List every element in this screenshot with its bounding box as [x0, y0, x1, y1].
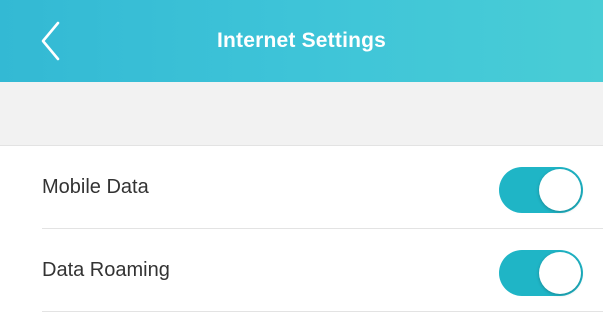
mobile-data-toggle[interactable] — [499, 167, 583, 213]
header-bar: Internet Settings — [0, 0, 603, 82]
setting-label-mobile-data: Mobile Data — [42, 176, 149, 198]
divider — [42, 311, 603, 312]
chevron-left-icon — [28, 19, 72, 63]
section-spacer — [0, 82, 603, 146]
page-title: Internet Settings — [216, 29, 387, 52]
toggle-knob — [539, 169, 581, 211]
setting-row-data-roaming: Data Roaming — [0, 229, 603, 312]
data-roaming-toggle[interactable] — [499, 250, 583, 296]
setting-label-data-roaming: Data Roaming — [42, 259, 170, 281]
toggle-knob — [539, 252, 581, 294]
setting-row-mobile-data: Mobile Data — [0, 146, 603, 229]
internet-settings-screen: Internet Settings Mobile Data Data Roami… — [0, 0, 603, 319]
back-button[interactable] — [28, 19, 72, 63]
